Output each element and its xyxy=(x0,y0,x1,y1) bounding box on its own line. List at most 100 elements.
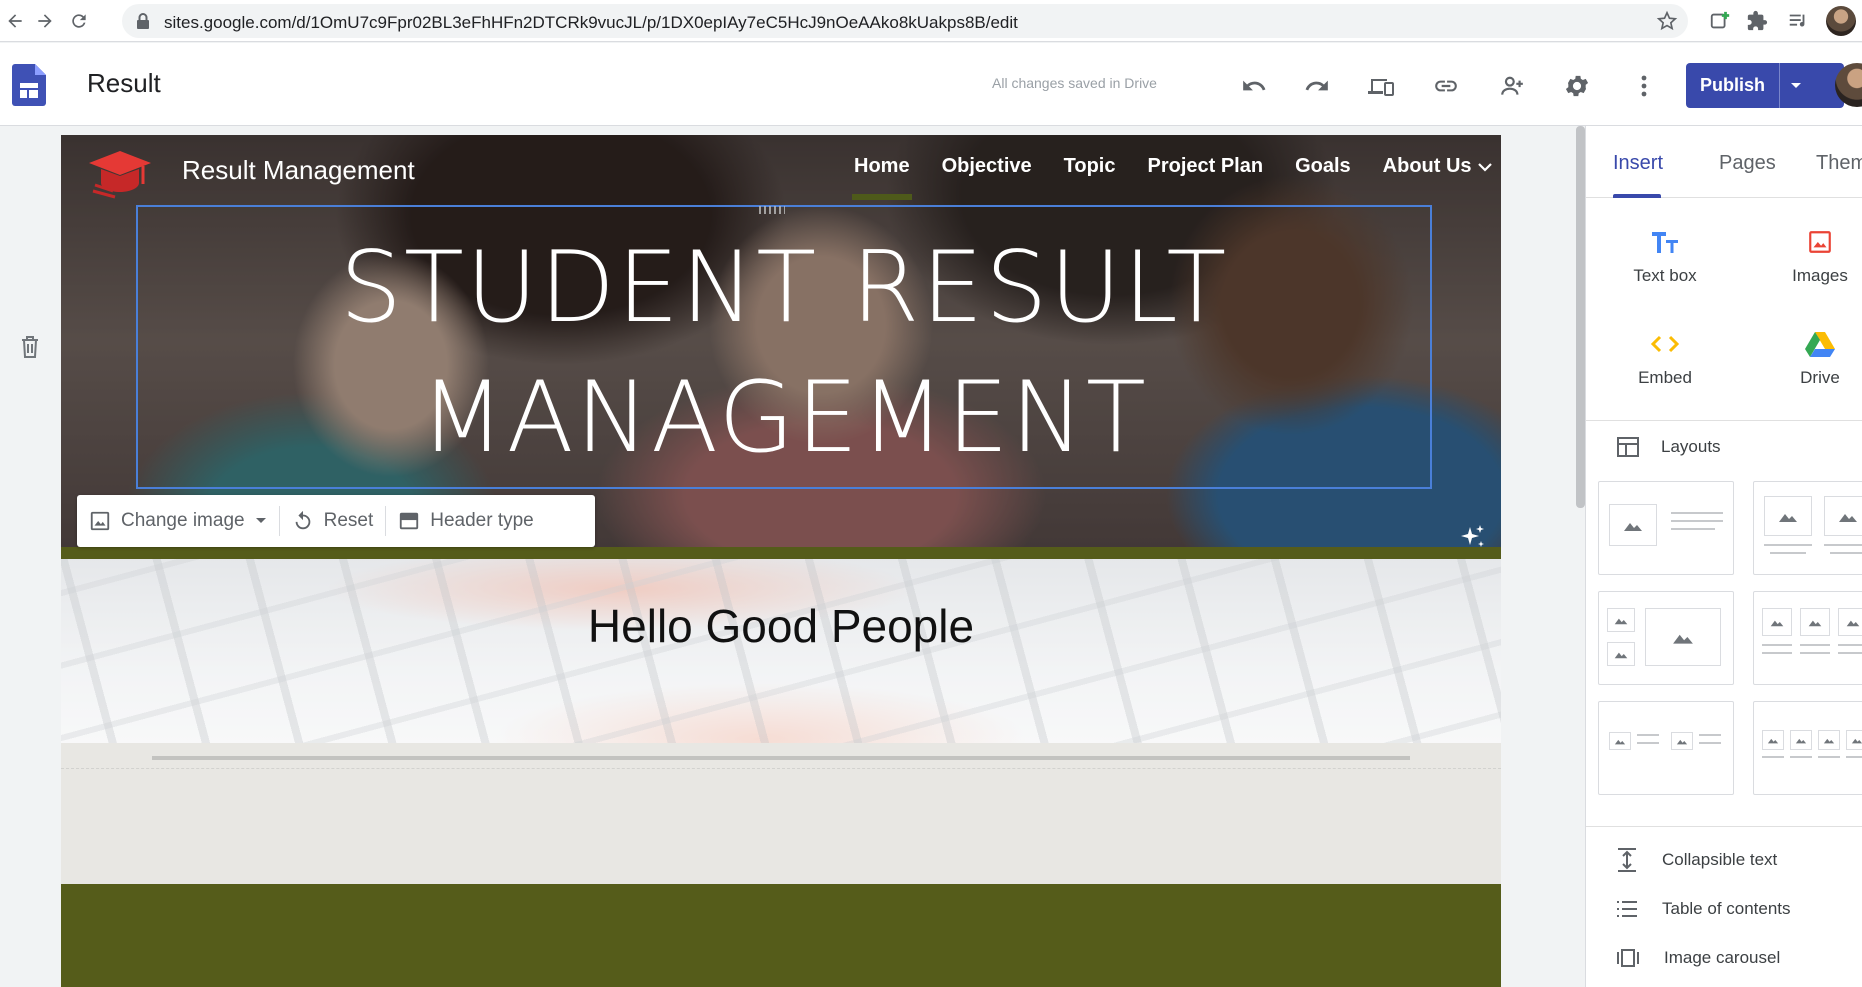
nav-label: Goals xyxy=(1295,155,1351,177)
text-placeholder xyxy=(1671,512,1723,514)
share-add-person-icon[interactable] xyxy=(1497,71,1527,101)
publish-dropdown-arrow-icon[interactable] xyxy=(1780,63,1812,108)
panel-tabs: Insert Pages Them xyxy=(1586,126,1862,198)
tab-themes[interactable]: Them xyxy=(1816,152,1862,175)
layout-option-5[interactable] xyxy=(1598,701,1734,795)
nav-item-topic[interactable]: Topic xyxy=(1064,155,1116,178)
google-drive-icon xyxy=(1760,326,1862,362)
drag-handle-icon[interactable] xyxy=(759,206,785,214)
tab-insert[interactable]: Insert xyxy=(1613,152,1663,175)
image-carousel-icon xyxy=(1617,949,1639,967)
publish-label: Publish xyxy=(1686,63,1780,108)
active-tab-indicator xyxy=(1613,194,1661,198)
reload-icon[interactable] xyxy=(66,8,92,34)
image-placeholder-icon xyxy=(1818,730,1840,750)
layout-option-1[interactable] xyxy=(1598,481,1734,575)
nav-item-home[interactable]: Home xyxy=(852,155,912,200)
nav-item-project-plan[interactable]: Project Plan xyxy=(1147,155,1263,178)
image-placeholder-icon xyxy=(1762,730,1784,750)
nav-item-goals[interactable]: Goals xyxy=(1295,155,1351,178)
back-icon[interactable] xyxy=(2,8,28,34)
image-placeholder-icon xyxy=(1762,608,1792,636)
header-image-toolbar: Change image Reset Header type xyxy=(77,495,595,547)
layout-option-4[interactable] xyxy=(1753,591,1862,685)
text-placeholder xyxy=(1637,742,1659,744)
text-placeholder xyxy=(1838,644,1862,646)
images-icon xyxy=(1760,224,1862,260)
content-section-with-image[interactable]: Hello Good People xyxy=(61,559,1501,743)
image-placeholder-icon xyxy=(1607,642,1635,666)
change-image-label: Change image xyxy=(121,510,245,531)
layouts-icon xyxy=(1617,437,1639,457)
text-placeholder xyxy=(1818,756,1840,758)
graduation-cap-logo-icon[interactable] xyxy=(87,145,153,206)
text-placeholder xyxy=(1762,756,1784,758)
insert-image-carousel[interactable]: Image carousel xyxy=(1616,948,1780,968)
nav-label: Topic xyxy=(1063,155,1116,177)
chevron-down-icon xyxy=(1477,162,1492,172)
insert-panel: Insert Pages Them Text box Images Embed … xyxy=(1585,126,1862,987)
editor-app-bar: Result All changes saved in Drive Publis… xyxy=(0,43,1862,126)
extensions-puzzle-icon[interactable] xyxy=(1745,9,1769,33)
text-box-icon xyxy=(1605,224,1725,260)
more-vert-icon[interactable] xyxy=(1629,71,1659,101)
canvas-scrollbar-thumb[interactable] xyxy=(1576,126,1585,508)
sparkle-icon[interactable] xyxy=(1459,523,1487,556)
header-type-button[interactable]: Header type xyxy=(386,495,546,547)
section-heading[interactable]: Hello Good People xyxy=(61,599,1501,653)
text-placeholder xyxy=(1800,652,1830,654)
media-queue-icon[interactable] xyxy=(1786,9,1810,33)
table-of-contents-label: Table of contents xyxy=(1662,899,1791,918)
text-placeholder xyxy=(1699,742,1721,744)
embed-code-icon xyxy=(1605,326,1725,362)
reset-button[interactable]: Reset xyxy=(280,495,386,547)
layout-option-2[interactable] xyxy=(1753,481,1862,575)
change-image-button[interactable]: Change image xyxy=(77,495,279,547)
delete-section-trash-icon[interactable] xyxy=(18,334,42,365)
extension-plus-icon[interactable] xyxy=(1708,9,1732,33)
document-title[interactable]: Result xyxy=(87,68,161,99)
panel-divider xyxy=(1586,420,1862,421)
layouts-header: Layouts xyxy=(1617,437,1721,457)
nav-label: Project Plan xyxy=(1147,155,1264,177)
image-placeholder-icon xyxy=(1838,608,1862,636)
google-sites-logo-icon[interactable] xyxy=(12,64,46,106)
text-placeholder xyxy=(1671,528,1715,530)
insert-collapsible-text[interactable]: Collapsible text xyxy=(1616,847,1777,873)
insert-table-of-contents[interactable]: Table of contents xyxy=(1616,899,1791,919)
address-bar[interactable]: sites.google.com/d/1OmU7c9Fpr02BL3eFhHFn… xyxy=(122,4,1688,38)
device-preview-icon[interactable] xyxy=(1366,71,1396,101)
image-placeholder-icon xyxy=(1671,732,1693,750)
publish-button[interactable]: Publish xyxy=(1686,63,1844,108)
image-placeholder-icon xyxy=(1609,732,1631,750)
image-placeholder-icon xyxy=(1824,496,1862,536)
site-name[interactable]: Result Management xyxy=(182,155,415,186)
redo-icon[interactable] xyxy=(1302,71,1332,101)
undo-icon[interactable] xyxy=(1239,71,1269,101)
browser-profile-avatar[interactable] xyxy=(1826,6,1856,36)
bookmark-star-icon[interactable] xyxy=(1656,10,1678,37)
collapsible-text-label: Collapsible text xyxy=(1662,850,1778,869)
collapsible-text-icon xyxy=(1618,848,1636,872)
image-placeholder-icon xyxy=(1764,496,1812,536)
footer-section[interactable] xyxy=(61,884,1501,987)
hero-title[interactable]: STUDENT RESULT MANAGEMENT xyxy=(136,223,1432,483)
save-status: All changes saved in Drive xyxy=(992,75,1157,91)
text-placeholder xyxy=(1762,644,1792,646)
insert-embed[interactable]: Embed xyxy=(1605,326,1725,388)
settings-gear-icon[interactable] xyxy=(1562,71,1592,101)
layout-option-6[interactable] xyxy=(1753,701,1862,795)
insert-images[interactable]: Images xyxy=(1760,224,1862,286)
nav-label: Home xyxy=(854,155,910,177)
divider[interactable] xyxy=(152,756,1410,760)
nav-item-about-us[interactable]: About Us xyxy=(1383,155,1492,178)
insert-drive[interactable]: Drive xyxy=(1760,326,1862,388)
layouts-label: Layouts xyxy=(1661,437,1721,456)
link-icon[interactable] xyxy=(1431,71,1461,101)
insert-text-box[interactable]: Text box xyxy=(1605,224,1725,286)
tab-pages[interactable]: Pages xyxy=(1719,152,1776,175)
layout-option-3[interactable] xyxy=(1598,591,1734,685)
forward-icon[interactable] xyxy=(32,8,58,34)
nav-item-objective[interactable]: Objective xyxy=(942,155,1032,178)
panel-divider xyxy=(1586,826,1862,827)
